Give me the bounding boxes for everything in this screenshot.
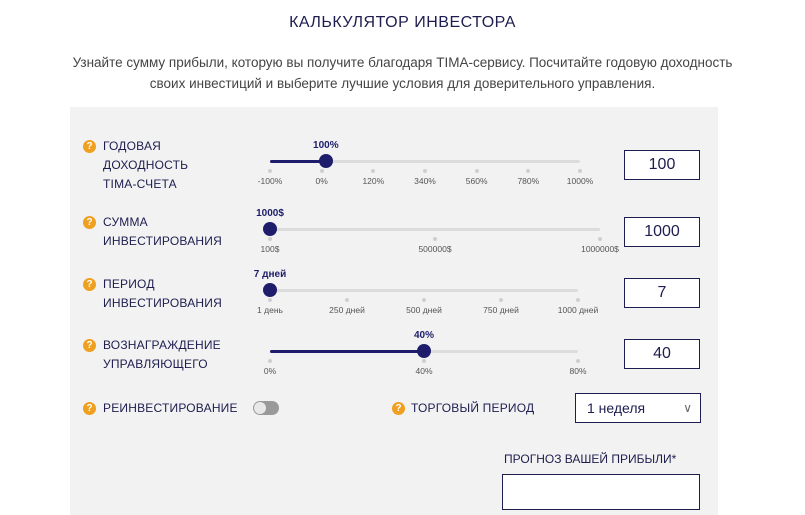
label-line: ИНВЕСТИРОВАНИЯ bbox=[103, 234, 222, 248]
reinvest-label: РЕИНВЕСТИРОВАНИЕ bbox=[103, 401, 238, 415]
slider-tick bbox=[526, 169, 531, 173]
trading-period-select[interactable]: 1 неделя ∨ bbox=[575, 393, 701, 423]
slider-tick bbox=[423, 169, 427, 173]
slider-tick bbox=[371, 169, 376, 173]
slider-tick bbox=[474, 169, 479, 173]
slider-tick bbox=[268, 237, 272, 241]
label-line: ГОДОВАЯ bbox=[103, 139, 162, 153]
slider-fill bbox=[270, 350, 424, 353]
help-icon[interactable]: ? bbox=[392, 402, 405, 415]
slider-tick-label: -100% bbox=[257, 176, 283, 186]
slider-value-label: 40% bbox=[413, 330, 435, 341]
yield-input[interactable]: 100 bbox=[624, 150, 700, 180]
slider-tick-label: 1000% bbox=[566, 176, 594, 186]
slider-tick bbox=[598, 237, 602, 241]
chevron-down-icon: ∨ bbox=[683, 401, 692, 415]
slider-value-label: 7 дней bbox=[253, 269, 287, 280]
slider-thumb[interactable] bbox=[263, 222, 277, 236]
label-line: ВОЗНАГРАЖДЕНИЕ bbox=[103, 338, 221, 352]
slider-tick bbox=[576, 298, 580, 302]
slider-tick bbox=[576, 359, 580, 363]
slider-tick-label: 500 дней bbox=[406, 305, 442, 315]
label-line: TIMA-СЧЕТА bbox=[103, 177, 177, 191]
toggle-knob bbox=[254, 402, 266, 414]
trading-period-label: ТОРГОВЫЙ ПЕРИОД bbox=[411, 401, 535, 415]
slider-tick bbox=[345, 298, 349, 302]
slider-label-period: ПЕРИОД ИНВЕСТИРОВАНИЯ bbox=[103, 275, 222, 313]
help-icon[interactable]: ? bbox=[83, 216, 96, 229]
page-title: КАЛЬКУЛЯТОР ИНВЕСТОРА bbox=[289, 14, 516, 31]
slider-label-fee: ВОЗНАГРАЖДЕНИЕ УПРАВЛЯЮЩЕГО bbox=[103, 336, 221, 374]
slider-tick bbox=[499, 298, 503, 302]
slider-tick bbox=[433, 237, 437, 241]
slider-tick-label: 250 дней bbox=[329, 305, 365, 315]
help-icon[interactable]: ? bbox=[83, 140, 96, 153]
amount-input[interactable]: 1000 bbox=[624, 217, 700, 247]
slider-tick bbox=[268, 298, 272, 302]
slider-tick-label: 500000$ bbox=[418, 244, 452, 254]
calculator-panel: ? ГОДОВАЯ ДОХОДНОСТЬ TIMA-СЧЕТА 100% -100… bbox=[70, 107, 718, 515]
slider-thumb[interactable] bbox=[318, 154, 333, 168]
slider-tick-label: 750 дней bbox=[483, 305, 519, 315]
slider-thumb[interactable] bbox=[417, 344, 431, 358]
help-icon[interactable]: ? bbox=[83, 339, 96, 352]
slider-tick-label: 340% bbox=[414, 176, 436, 186]
subtitle-line-1: Узнайте сумму прибыли, которую вы получи… bbox=[72, 55, 733, 70]
label-line: ПЕРИОД bbox=[103, 277, 155, 291]
slider-tick-label: 560% bbox=[465, 176, 488, 186]
label-line: ДОХОДНОСТЬ bbox=[103, 158, 189, 172]
help-icon[interactable]: ? bbox=[83, 278, 96, 291]
slider-value-label: 100% bbox=[313, 140, 339, 151]
slider-tick bbox=[268, 169, 272, 173]
slider-value-label: 1000$ bbox=[256, 208, 284, 219]
trading-period-value: 1 неделя bbox=[587, 400, 646, 416]
reinvest-toggle[interactable] bbox=[253, 401, 279, 415]
label-line: ИНВЕСТИРОВАНИЯ bbox=[103, 296, 222, 310]
label-line: УПРАВЛЯЮЩЕГО bbox=[103, 357, 208, 371]
label-line: СУММА bbox=[103, 215, 148, 229]
slider-label-amount: СУММА ИНВЕСТИРОВАНИЯ bbox=[103, 213, 222, 251]
slider-tick-label: 40% bbox=[415, 366, 433, 376]
subtitle-line-2: своих инвестиций и выберите лучшие услов… bbox=[149, 76, 656, 91]
slider-track[interactable]: 40% 0% 40% 80% bbox=[264, 330, 587, 376]
slider-track[interactable]: 7 дней 1 день 250 дней 500 дней 750 дней 1000… bbox=[254, 269, 598, 315]
slider-tick-label: 100$ bbox=[260, 244, 280, 254]
page-subtitle: Узнайте сумму прибыли, которую вы получи… bbox=[60, 52, 745, 94]
slider-tick-label: 0% bbox=[315, 176, 328, 186]
slider-tick-label: 120% bbox=[362, 176, 385, 186]
slider-tick bbox=[422, 359, 426, 363]
slider-tick-label: 1000 дней bbox=[557, 305, 599, 315]
slider-tick bbox=[422, 298, 426, 302]
fee-input[interactable]: 40 bbox=[624, 339, 700, 369]
help-icon[interactable]: ? bbox=[83, 402, 96, 415]
slider-tick-label: 780% bbox=[517, 176, 540, 186]
slider-tick-label: 1 день bbox=[257, 305, 283, 315]
slider-fill bbox=[270, 160, 326, 163]
slider-label-yield: ГОДОВАЯ ДОХОДНОСТЬ TIMA-СЧЕТА bbox=[103, 137, 188, 194]
slider-track[interactable]: 100% -100% 0% 120% 340% 560% 780% 1000% bbox=[258, 140, 594, 186]
slider-track[interactable]: 1000$ 100$ 500000$ 1000000$ bbox=[256, 208, 619, 254]
slider-tick-label: 0% bbox=[263, 366, 277, 376]
forecast-output bbox=[502, 474, 700, 510]
slider-tick-label: 80% bbox=[569, 366, 587, 376]
slider-tick-label: 1000000$ bbox=[581, 244, 619, 254]
slider-thumb[interactable] bbox=[263, 283, 277, 297]
forecast-label: ПРОГНОЗ ВАШЕЙ ПРИБЫЛИ* bbox=[504, 452, 677, 466]
period-input[interactable]: 7 bbox=[624, 278, 700, 308]
slider-tick bbox=[578, 169, 582, 173]
slider-tick bbox=[268, 359, 272, 363]
slider-tick bbox=[319, 169, 324, 173]
